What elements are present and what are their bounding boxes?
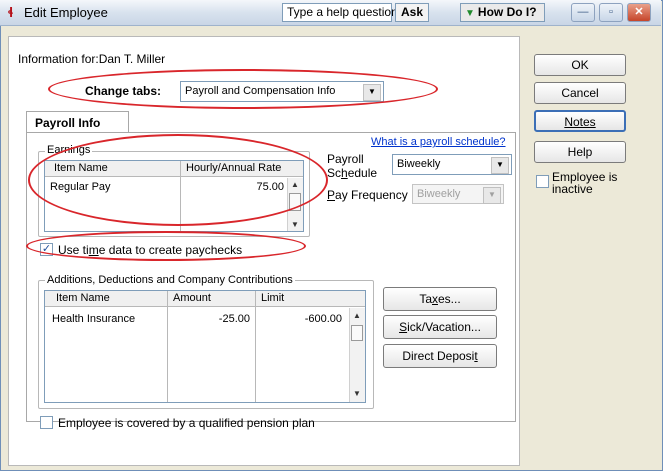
additions-scrollbar[interactable] xyxy=(349,308,365,402)
earnings-row-item[interactable]: Regular Pay xyxy=(50,181,111,193)
minimize-button[interactable]: — xyxy=(571,3,595,22)
how-do-i-label: How Do I? xyxy=(477,5,537,19)
scroll-down-icon[interactable]: ▼ xyxy=(288,220,302,229)
additions-col-limit: Limit xyxy=(261,292,285,304)
label-part: Use ti xyxy=(58,243,89,257)
payroll-schedule-label-1: Payroll xyxy=(327,152,364,166)
label-part: e data to create paychecks xyxy=(98,243,243,257)
earnings-col-rate: Hourly/Annual Rate xyxy=(186,162,282,174)
sick-vacation-button[interactable]: Sick/Vacation... xyxy=(383,315,497,339)
employee-inactive-checkbox[interactable] xyxy=(536,175,549,188)
label-part: m xyxy=(88,243,99,257)
pension-plan-checkbox[interactable] xyxy=(40,416,53,429)
payroll-schedule-select[interactable]: Biweekly ▼ xyxy=(392,154,512,175)
employee-name: Dan T. Miller xyxy=(98,52,166,66)
label-part: ay Frequency xyxy=(335,188,408,202)
chevron-down-icon: ▼ xyxy=(363,84,381,101)
pension-plan-label: Employee is covered by a qualified pensi… xyxy=(58,416,315,430)
column-divider xyxy=(167,291,168,402)
payroll-schedule-label-2: Schedule xyxy=(327,166,377,180)
label-part: Direct Deposi xyxy=(402,349,475,363)
change-tabs-select[interactable]: Payroll and Compensation Info ▼ xyxy=(180,81,384,102)
pay-frequency-select[interactable]: Biweekly ▼ xyxy=(412,184,504,204)
help-question-input[interactable]: Type a help question xyxy=(282,3,398,22)
information-for: Information for:Dan T. Miller xyxy=(18,52,165,66)
earnings-group-label: Earnings xyxy=(45,144,93,156)
label-part: ick/Vacation... xyxy=(407,320,481,334)
payroll-schedule-help-link[interactable]: What is a payroll schedule? xyxy=(371,136,506,148)
scroll-up-icon[interactable]: ▲ xyxy=(288,180,302,189)
cancel-button[interactable]: Cancel xyxy=(534,82,626,104)
scroll-thumb[interactable] xyxy=(289,193,301,211)
chevron-down-icon: ▼ xyxy=(491,157,509,174)
pay-frequency-label: Pay Frequency xyxy=(327,188,408,202)
label-part: P xyxy=(327,188,336,202)
change-tabs-value: Payroll and Compensation Info xyxy=(185,85,336,97)
ok-button[interactable]: OK xyxy=(534,54,626,76)
direct-deposit-button[interactable]: Direct Deposit xyxy=(383,344,497,368)
scroll-up-icon[interactable]: ▲ xyxy=(350,311,364,320)
close-button[interactable]: ✕ xyxy=(627,3,651,22)
label-part: h xyxy=(341,166,348,180)
notes-button[interactable]: Notes xyxy=(534,110,626,132)
label-part: es... xyxy=(438,292,461,306)
additions-col-amount: Amount xyxy=(173,292,211,304)
help-button[interactable]: Help xyxy=(534,141,626,163)
scroll-thumb[interactable] xyxy=(351,325,363,341)
label-part: t xyxy=(474,349,478,363)
payroll-schedule-value: Biweekly xyxy=(397,158,441,170)
quickbooks-app-icon: ɬ xyxy=(8,4,13,20)
ask-button[interactable]: Ask xyxy=(395,3,429,22)
use-time-data-checkbox[interactable]: ✓ xyxy=(40,243,53,256)
label-part: Ta xyxy=(419,292,432,306)
dropdown-triangle-icon: ▼ xyxy=(465,8,475,19)
additions-col-item-name: Item Name xyxy=(56,292,110,304)
label-part: edule xyxy=(347,166,378,180)
information-for-label: Information for: xyxy=(18,52,99,66)
additions-row-item[interactable]: Health Insurance xyxy=(52,313,135,325)
employee-inactive-label: Employee is inactive xyxy=(552,171,617,195)
additions-row-limit[interactable]: -600.00 xyxy=(282,313,342,325)
taxes-button[interactable]: Taxes... xyxy=(383,287,497,311)
additions-group-label: Additions, Deductions and Company Contri… xyxy=(45,274,295,286)
earnings-row-rate[interactable]: 75.00 xyxy=(240,181,284,193)
chevron-down-icon: ▼ xyxy=(483,187,501,204)
label-part: Sc xyxy=(327,166,342,180)
window-title: Edit Employee xyxy=(24,5,108,20)
use-time-data-label: Use time data to create paychecks xyxy=(58,243,242,257)
column-divider xyxy=(180,161,181,231)
tab-payroll-info[interactable]: Payroll Info xyxy=(26,111,129,133)
how-do-i-button[interactable]: ▼ How Do I? xyxy=(460,3,545,22)
maximize-button[interactable]: ▫ xyxy=(599,3,623,22)
earnings-col-item-name: Item Name xyxy=(54,162,108,174)
scroll-down-icon[interactable]: ▼ xyxy=(350,389,364,398)
change-tabs-label: Change tabs: xyxy=(85,84,162,98)
label-line: inactive xyxy=(552,182,593,196)
column-divider xyxy=(255,291,256,402)
pay-frequency-value: Biweekly xyxy=(417,188,461,200)
additions-row-amount[interactable]: -25.00 xyxy=(190,313,250,325)
label-part: S xyxy=(399,320,408,334)
